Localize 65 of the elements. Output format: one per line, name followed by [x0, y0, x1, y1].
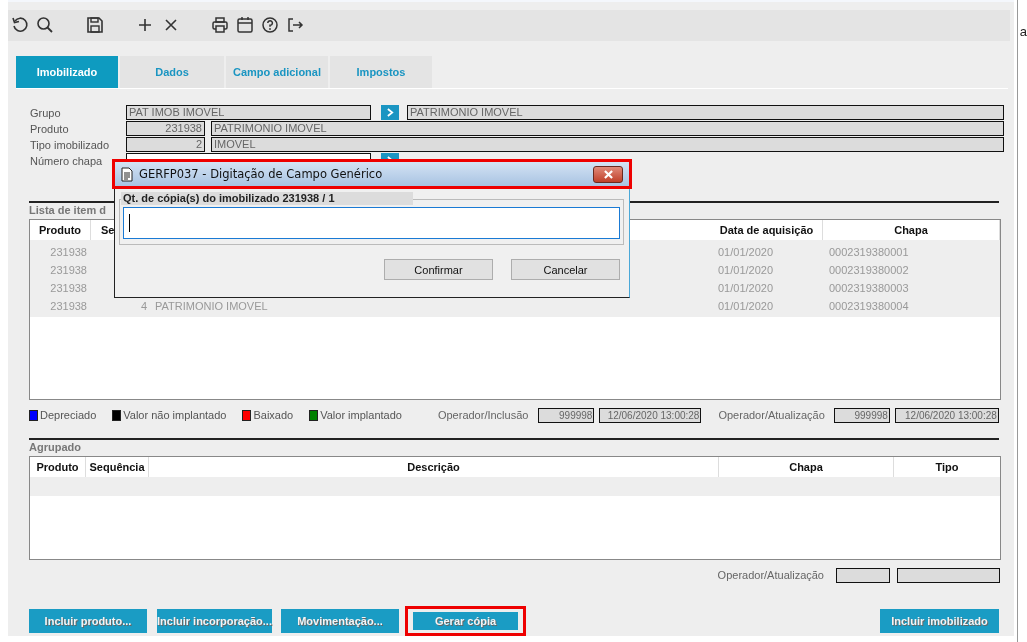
legend-label: Valor não implantado: [123, 409, 227, 422]
search-icon[interactable]: [36, 16, 54, 35]
column-header: Tipo: [934, 460, 960, 476]
datetime-field: 12/06/2020 13:00:28: [894, 407, 999, 423]
description-field: IMOVEL: [211, 137, 1004, 153]
table-cell: PATRIMONIO IMOVEL: [155, 300, 268, 313]
tab[interactable]: Imobilizado: [16, 55, 118, 88]
background-text: a: [1019, 24, 1027, 39]
section-title: Lista de item d: [29, 204, 107, 217]
action-button[interactable]: Incluir incorporação...: [157, 609, 272, 633]
table-cell-text: 231938: [49, 245, 88, 261]
action-button[interactable]: Gerar cópia: [405, 606, 526, 636]
table-cell-text: 01/01/2020: [717, 263, 775, 279]
table-cell: 4: [140, 300, 147, 313]
dialog-title: GERFP037 - Digitação de Campo Genérico: [139, 167, 383, 181]
code-field[interactable]: 231938: [126, 121, 205, 137]
action-button[interactable]: Incluir imobilizado: [880, 609, 999, 633]
field-label: Operador/Atualização: [717, 569, 824, 582]
table-cell-text: 0002319380003: [828, 281, 910, 297]
dialog-button[interactable]: Confirmar: [384, 259, 493, 280]
document-icon: [121, 166, 133, 182]
action-button[interactable]: Movimentação...: [281, 609, 399, 633]
close-icon: [602, 169, 614, 179]
tab[interactable]: Campo adicional: [226, 55, 328, 88]
field-label: Tipo imobilizado: [30, 138, 111, 151]
field-label: Operador/Inclusão: [437, 409, 529, 422]
table-cell-text: 231938: [49, 281, 88, 297]
refresh-icon[interactable]: [11, 16, 29, 35]
help-icon[interactable]: [261, 16, 279, 35]
field-label: Grupo: [30, 106, 62, 119]
legend-label: Baixado: [253, 409, 294, 422]
dialog-button[interactable]: Cancelar: [511, 259, 620, 280]
description-field: PATRIMONIO IMOVEL: [407, 105, 1004, 121]
group-label: Qt. de cópia(s) do imobilizado 231938 / 1: [121, 192, 413, 205]
code-field[interactable]: 2: [126, 137, 205, 153]
table-cell-text: 01/01/2020: [717, 245, 775, 261]
legend-label: Valor implantado: [320, 409, 402, 422]
lookup-button[interactable]: [381, 105, 399, 121]
input-field[interactable]: [123, 207, 620, 239]
operator-field: 999998: [833, 407, 890, 423]
table-cell-text: 01/01/2020: [717, 281, 775, 297]
legend-label: Depreciado: [40, 409, 97, 422]
tab[interactable]: Dados: [120, 55, 224, 88]
calendar-icon[interactable]: [236, 16, 254, 35]
field-label: Número chapa: [30, 154, 104, 167]
field-label: Operador/Atualização: [718, 409, 825, 422]
save-icon[interactable]: [86, 16, 104, 35]
section-title: Agrupado: [29, 441, 81, 454]
print-icon[interactable]: [211, 16, 229, 35]
table-cell-text: 0002319380002: [828, 263, 910, 279]
table-cell-text: 01/01/2020: [717, 299, 775, 315]
exit-icon[interactable]: [286, 16, 304, 35]
table-cell-text: 231938: [49, 299, 88, 315]
table-cell-text: 0002319380004: [828, 299, 910, 315]
table-cell-text: 231938: [49, 263, 88, 279]
code-field[interactable]: PAT IMOB IMOVEL: [126, 105, 371, 121]
description-field: PATRIMONIO IMOVEL: [211, 121, 1004, 137]
operator-field: [836, 567, 890, 583]
table-cell-text: 0002319380001: [828, 245, 910, 261]
action-button[interactable]: Incluir produto...: [29, 609, 147, 633]
operator-field: 999998: [538, 407, 595, 423]
tab[interactable]: Impostos: [330, 55, 432, 88]
datetime-field: 12/06/2020 13:00:28: [599, 407, 702, 423]
field-label: Produto: [30, 122, 70, 135]
close-button[interactable]: [593, 165, 623, 183]
